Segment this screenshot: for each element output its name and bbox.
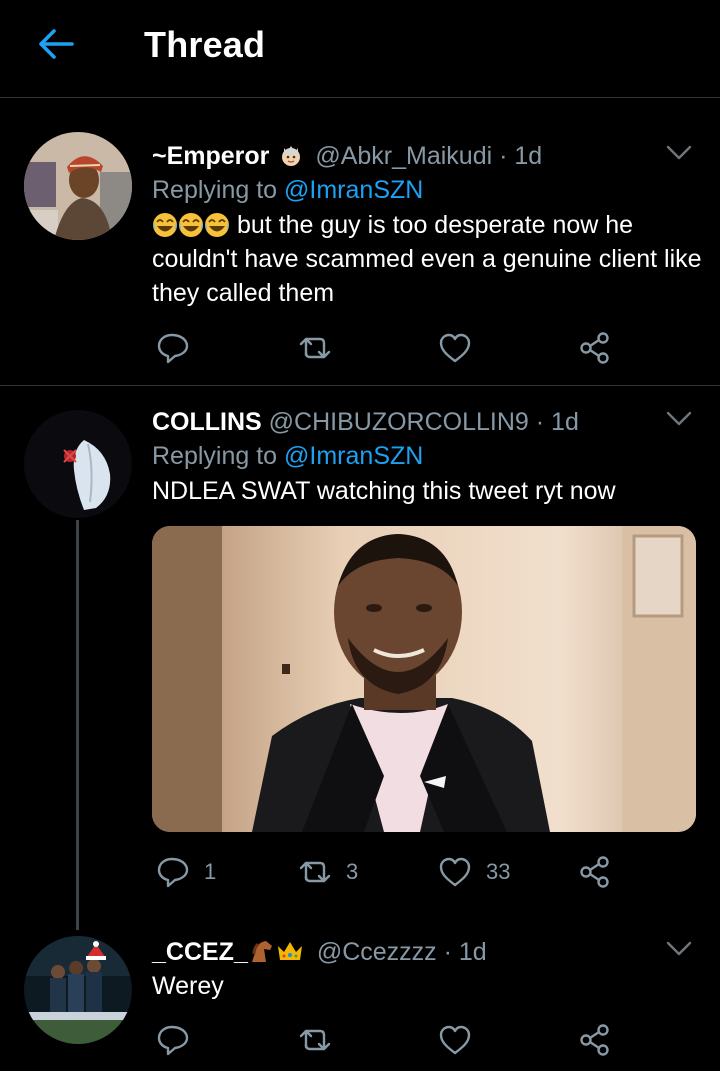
tweet-header: COLLINS @CHIBUZORCOLLIN9 · 1d <box>152 406 579 438</box>
page-title: Thread <box>144 24 266 65</box>
chevron-down-icon[interactable] <box>666 410 692 428</box>
display-name[interactable]: _CCEZ_ <box>152 938 248 966</box>
mention-link[interactable]: @ImranSZN <box>284 442 423 470</box>
reply-icon <box>157 333 189 364</box>
retweet-button[interactable] <box>298 328 332 368</box>
tweet-time: · 1d <box>535 408 579 436</box>
laughing-emoji-icon <box>152 212 178 238</box>
mention-link[interactable]: @ImranSZN <box>284 176 423 204</box>
top-bar: Thread <box>0 0 720 98</box>
tweet-image[interactable] <box>152 526 696 832</box>
laughing-emoji-icon <box>178 212 204 238</box>
tweet-header: ~Emperor @Abkr_Maikudi · 1d <box>152 140 542 172</box>
tweet-actions: 1 3 33 <box>152 852 622 892</box>
tweet-body: Werey <box>152 972 224 1000</box>
display-name[interactable]: ~Emperor <box>152 142 269 170</box>
reply-count: 1 <box>204 859 217 884</box>
tweet-text: NDLEA SWAT watching this tweet ryt now <box>152 474 707 508</box>
tweet-header: _CCEZ_ @Ccezzzz · 1d <box>152 936 487 968</box>
tweet-text: but the guy is too desperate now he coul… <box>152 208 707 310</box>
tweet-actions <box>152 328 622 368</box>
tweet-time: · 1d <box>443 938 487 966</box>
retweet-icon <box>299 861 331 883</box>
replying-to: Replying to @ImranSZN <box>152 440 423 472</box>
divider <box>0 385 720 386</box>
tweet-time: · 1d <box>499 142 543 170</box>
like-count: 33 <box>486 859 511 884</box>
user-handle[interactable]: @CHIBUZORCOLLIN9 <box>269 408 529 436</box>
chevron-down-icon[interactable] <box>666 940 692 958</box>
horse-emoji-icon <box>251 941 272 962</box>
like-button[interactable]: 33 <box>438 852 510 892</box>
chevron-down-icon[interactable] <box>666 144 692 162</box>
display-name[interactable]: COLLINS <box>152 408 262 436</box>
tweet[interactable]: ~Emperor @Abkr_Maikudi · 1d Replying to … <box>0 132 720 385</box>
tweet-body: NDLEA SWAT watching this tweet ryt now <box>152 477 616 505</box>
user-handle[interactable]: @Abkr_Maikudi <box>315 142 492 170</box>
replying-prefix: Replying to <box>152 442 278 470</box>
back-arrow-icon[interactable] <box>36 26 76 62</box>
avatar[interactable] <box>24 132 132 240</box>
tweet-body: but the guy is too desperate now he coul… <box>152 211 702 307</box>
person-crown-emoji-icon <box>282 146 301 166</box>
replying-prefix: Replying to <box>152 176 278 204</box>
user-handle[interactable]: @Ccezzzz <box>317 938 437 966</box>
tweet[interactable]: _CCEZ_ @Ccezzzz · 1d Werey <box>0 936 720 1071</box>
replying-to: Replying to @ImranSZN <box>152 174 423 206</box>
share-button[interactable] <box>578 1020 612 1060</box>
tweet-actions <box>152 1020 622 1060</box>
like-icon <box>439 333 471 363</box>
retweet-button[interactable]: 3 <box>298 852 358 892</box>
share-button[interactable] <box>578 852 612 892</box>
tweet-text: Werey <box>152 969 707 1003</box>
tweet[interactable]: COLLINS @CHIBUZORCOLLIN9 · 1d Replying t… <box>0 406 720 926</box>
reply-button[interactable] <box>156 328 190 368</box>
like-button[interactable] <box>438 328 472 368</box>
retweet-count: 3 <box>346 859 359 884</box>
share-button[interactable] <box>578 328 612 368</box>
like-button[interactable] <box>438 1020 472 1060</box>
reply-button[interactable] <box>156 1020 190 1060</box>
retweet-button[interactable] <box>298 1020 332 1060</box>
like-icon <box>439 1025 471 1055</box>
reply-icon <box>157 857 189 888</box>
reply-button[interactable]: 1 <box>156 852 216 892</box>
share-icon <box>580 1024 609 1056</box>
retweet-icon <box>299 1029 331 1051</box>
share-icon <box>580 856 609 888</box>
laughing-emoji-icon <box>204 212 230 238</box>
retweet-icon <box>299 337 331 359</box>
crown-emoji-icon <box>277 942 302 960</box>
share-icon <box>580 332 609 364</box>
avatar[interactable] <box>24 936 132 1044</box>
avatar[interactable] <box>24 410 132 518</box>
like-icon <box>439 857 471 887</box>
reply-icon <box>157 1025 189 1056</box>
